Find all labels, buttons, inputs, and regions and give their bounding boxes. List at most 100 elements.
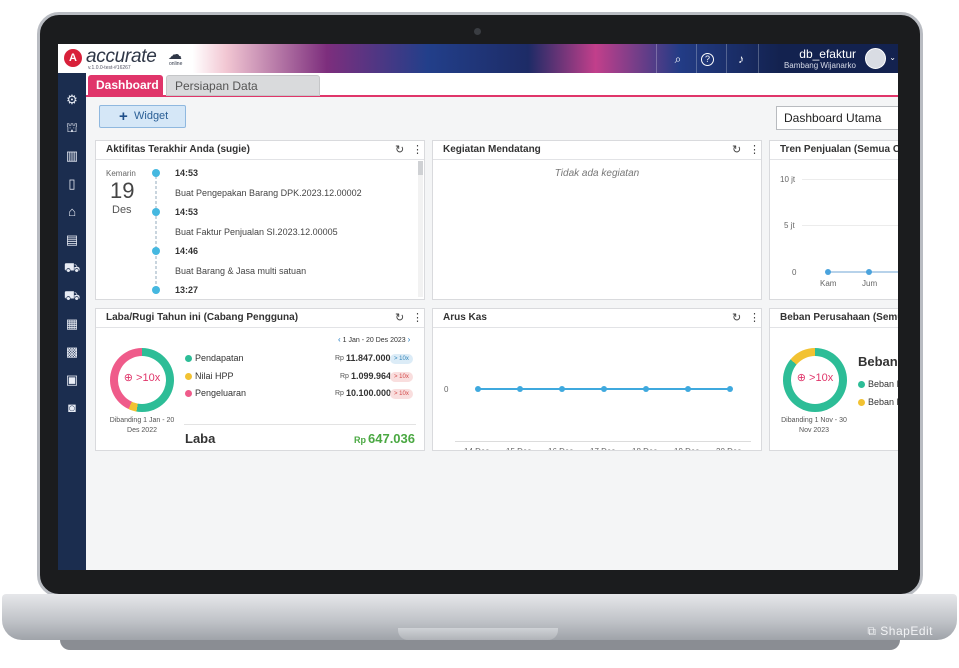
cash-flow-card: Arus Kas ↻ ⋮ 0 14 Des15 Des16 Des17 Des1… [432, 308, 762, 451]
refresh-icon[interactable]: ↻ [732, 143, 741, 156]
activity-month: Des [112, 204, 132, 216]
currency-label: Rp [335, 355, 344, 362]
more-menu-icon[interactable]: ⋮ [749, 143, 760, 156]
expenses-donut-value: >10x [809, 372, 834, 384]
legend-dot [185, 355, 192, 362]
profit-donut-label: ⊕ >10x [123, 372, 161, 384]
currency-label: Rp [340, 373, 349, 380]
cash-flow-chart [475, 386, 733, 392]
tab-dashboard[interactable]: Dashboard [88, 75, 163, 96]
activity-scrollbar[interactable] [418, 161, 423, 297]
cart-return-icon[interactable]: ⛟ [62, 286, 82, 306]
upcoming-empty-message: Tidak ada kegiatan [554, 168, 640, 179]
legend-dot [858, 399, 865, 406]
activity-day: 19 [110, 178, 135, 203]
help-icon[interactable]: ? [701, 53, 714, 66]
expenses-compare-note: Dibanding 1 Nov - 30 Nov 2023 [781, 417, 847, 434]
sidebar: ⚙ ⛫ ▥ ▯ ⌂ ▤ ⛟ ⛟ ▦ ▩ ▣ ◙ [58, 73, 86, 570]
legend-dot [185, 390, 192, 397]
ledger-icon[interactable]: ▤ [62, 230, 82, 250]
search-icon[interactable]: ⌕ [669, 50, 687, 68]
activity-scroll-thumb[interactable] [418, 161, 423, 175]
dashboard-select[interactable]: Dashboard Utama [776, 106, 898, 130]
activity-text[interactable]: Buat Pengepakan Barang DPK.2023.12.00002 [175, 188, 362, 198]
timeline-line [155, 171, 157, 294]
bank-icon[interactable]: ⌂ [62, 202, 82, 222]
activity-time: 14:46 [175, 246, 199, 256]
more-menu-icon[interactable]: ⋮ [412, 143, 423, 156]
expenses-card-title: Beban Perusahaan (Semua Cabang) [770, 309, 898, 328]
watermark: ⧉ ShapEdit [867, 624, 933, 638]
cash-flow-point[interactable] [559, 386, 565, 392]
nilai-hpp-value: 1.099.964 [351, 371, 392, 381]
building-icon[interactable]: ▥ [62, 146, 82, 166]
main-content: Dashboard Persiapan Data Perusahaan + Wi… [86, 73, 898, 570]
profit-compare-note: Dibanding 1 Jan - 20 Des 2022 [109, 417, 175, 434]
divider [184, 424, 416, 425]
nilai-hpp-badge: > 10x [390, 372, 413, 382]
more-menu-icon[interactable]: ⋮ [412, 311, 423, 324]
settings-icon[interactable]: ⚙ [62, 90, 82, 110]
report-icon[interactable]: ▣ [62, 370, 82, 390]
x-tick-label: 14 Des [464, 447, 489, 450]
audit-icon[interactable]: ◙ [62, 398, 82, 418]
cash-flow-point[interactable] [601, 386, 607, 392]
bell-icon[interactable]: ♪ [732, 50, 750, 68]
refresh-icon[interactable]: ↻ [395, 311, 404, 324]
cash-flow-point[interactable] [685, 386, 691, 392]
avatar[interactable] [865, 48, 886, 69]
pengeluaran-badge: > 10x [390, 389, 413, 399]
app-logo-sub: online [169, 61, 183, 67]
sales-trend-point[interactable] [825, 269, 831, 275]
activity-card-title: Aktifitas Terakhir Anda (sugie) [96, 141, 424, 160]
laptop-frame: ⧉ ShapEdit A accurate ☁ online v.1.0.0-t… [0, 0, 959, 668]
add-widget-button[interactable]: + Widget [99, 105, 186, 128]
x-tick-label: 20 Des [716, 447, 741, 450]
activity-text[interactable]: Buat Barang & Jasa multi satuan [175, 266, 306, 276]
cash-flow-point[interactable] [475, 386, 481, 392]
legend-dot [185, 373, 192, 380]
sales-trend-point[interactable] [866, 269, 872, 275]
topbar-divider [696, 44, 697, 73]
cash-flow-point[interactable] [643, 386, 649, 392]
x-tick-label: 19 Des [674, 447, 699, 450]
expenses-donut-chart: ⊕ >10x [783, 348, 847, 412]
period-navigator[interactable]: ‹ 1 Jan - 20 Des 2023 › [338, 335, 410, 344]
tab-persiapan-data[interactable]: Persiapan Data Perusahaan [166, 75, 320, 114]
profit-loss-card-title: Laba/Rugi Tahun ini (Cabang Pengguna) [96, 309, 424, 328]
activity-text[interactable]: Buat Faktur Penjualan SI.2023.12.00005 [175, 227, 338, 237]
user-name[interactable]: Bambang Wijanarko [784, 61, 856, 70]
activity-card: Aktifitas Terakhir Anda (sugie) ↻ ⋮ Kema… [95, 140, 425, 300]
cash-flow-point[interactable] [727, 386, 733, 392]
sales-trend-chart [825, 269, 898, 275]
timeline-dot [152, 286, 160, 294]
app-version: v.1.0.0-test-#16267 [88, 65, 131, 71]
topbar-divider [656, 44, 657, 73]
legend-pendapatan: Pendapatan [195, 353, 244, 363]
chevron-left-icon[interactable]: ‹ [338, 335, 341, 344]
upcoming-card-title: Kegiatan Mendatang [433, 141, 761, 160]
legend-beban-1: Beban Ideal [868, 379, 898, 389]
timeline-dot [152, 169, 160, 177]
x-tick-label: 16 Des [548, 447, 573, 450]
watermark-text: ShapEdit [880, 624, 933, 638]
cash-flow-point[interactable] [517, 386, 523, 392]
company-icon[interactable]: ⛫ [62, 118, 82, 138]
database-name[interactable]: db_efaktur [799, 47, 856, 61]
activity-day-label: Kemarin [106, 169, 136, 178]
production-icon[interactable]: ▩ [62, 342, 82, 362]
activity-time: 14:53 [175, 207, 199, 217]
profit-value: 647.036 [368, 431, 415, 446]
timeline-dot [152, 247, 160, 255]
chevron-down-icon[interactable]: ⌄ [889, 53, 896, 62]
warehouse-icon[interactable]: ▦ [62, 314, 82, 334]
cart-icon[interactable]: ⛟ [62, 258, 82, 278]
app-screen: A accurate ☁ online v.1.0.0-test-#16267 … [58, 44, 898, 570]
x-tick-label: Kam [820, 279, 837, 288]
profit-loss-card: Laba/Rugi Tahun ini (Cabang Pengguna) ↻ … [95, 308, 425, 451]
legend-pengeluaran: Pengeluaran [195, 388, 247, 398]
chevron-right-icon[interactable]: › [408, 335, 411, 344]
refresh-icon[interactable]: ↻ [395, 143, 404, 156]
x-tick-label: 18 Des [632, 447, 657, 450]
calculator-icon[interactable]: ▯ [62, 174, 82, 194]
